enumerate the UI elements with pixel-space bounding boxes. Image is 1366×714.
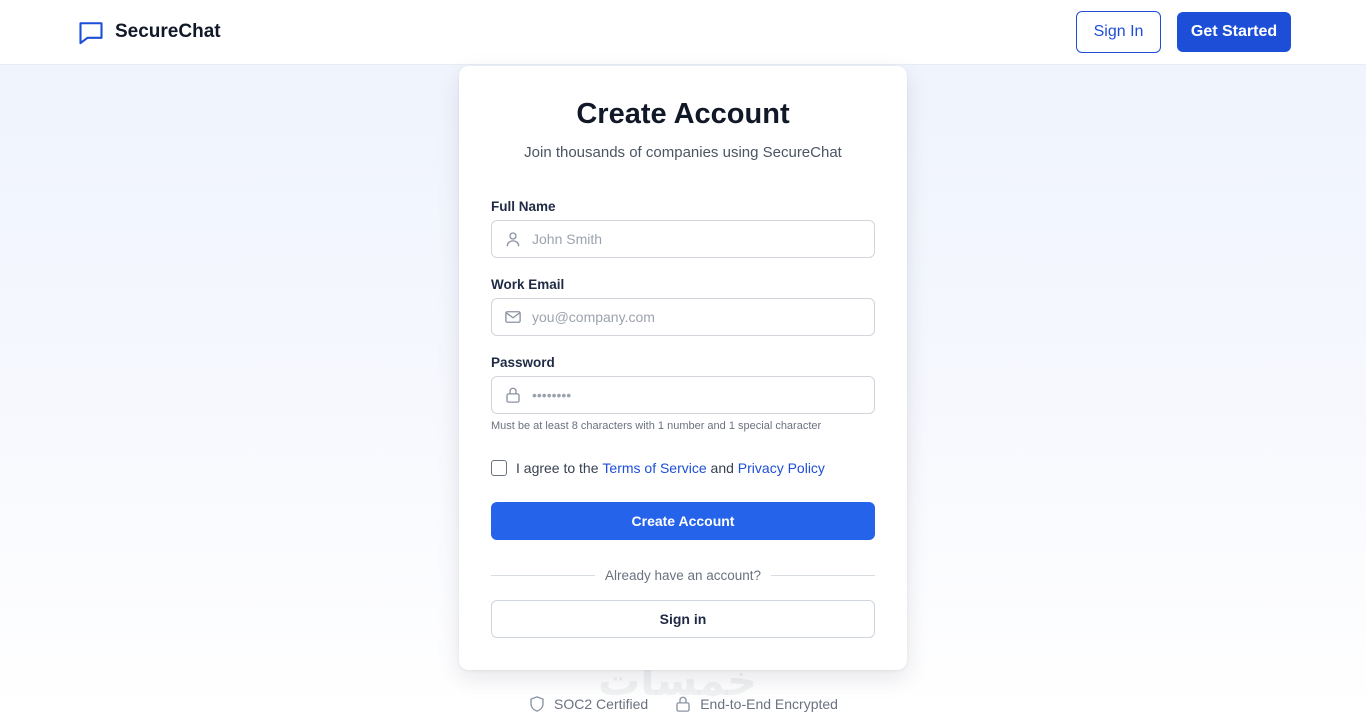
privacy-policy-link[interactable]: Privacy Policy bbox=[738, 460, 825, 476]
full-name-field-wrapper bbox=[491, 220, 875, 258]
password-helper-text: Must be at least 8 characters with 1 num… bbox=[491, 420, 822, 432]
divider-text: Already have an account? bbox=[604, 567, 762, 583]
soc2-badge-label: SOC2 Certified bbox=[554, 696, 649, 712]
full-name-label: Full Name bbox=[491, 199, 556, 214]
brand-logo[interactable]: SecureChat bbox=[77, 18, 221, 46]
password-field-wrapper bbox=[491, 376, 875, 414]
work-email-label: Work Email bbox=[491, 277, 565, 292]
mail-icon bbox=[505, 311, 521, 323]
divider-line-left bbox=[491, 574, 595, 576]
divider: Already have an account? bbox=[491, 566, 876, 584]
password-input[interactable] bbox=[532, 377, 862, 413]
brand-name: SecureChat bbox=[115, 21, 221, 42]
lock-icon bbox=[676, 696, 690, 712]
terms-checkbox[interactable] bbox=[491, 460, 507, 476]
header-sign-in-button[interactable]: Sign In bbox=[1076, 11, 1161, 53]
terms-of-service-link[interactable]: Terms of Service bbox=[602, 460, 706, 476]
top-navbar: SecureChat Sign In Get Started bbox=[0, 0, 1366, 65]
chat-bubble-icon bbox=[79, 22, 103, 45]
full-name-input[interactable] bbox=[532, 221, 862, 257]
page-title: Create Account bbox=[576, 98, 790, 130]
shield-icon bbox=[530, 696, 544, 712]
create-account-button[interactable]: Create Account bbox=[491, 502, 875, 540]
terms-agreement-row: I agree to the Terms of Service and Priv… bbox=[491, 460, 825, 476]
create-account-card: Create Account Join thousands of compani… bbox=[459, 66, 907, 670]
divider-line-right bbox=[771, 574, 876, 576]
terms-prefix-text: I agree to the bbox=[516, 460, 603, 476]
sign-in-button[interactable]: Sign in bbox=[491, 600, 875, 638]
work-email-field-wrapper bbox=[491, 298, 875, 336]
lock-icon bbox=[506, 387, 520, 403]
work-email-input[interactable] bbox=[532, 299, 862, 335]
user-icon bbox=[506, 232, 520, 247]
terms-middle-text: and bbox=[706, 460, 738, 476]
trust-badges: SOC2 Certified End-to-End Encrypted bbox=[0, 694, 1366, 714]
page-subtitle: Join thousands of companies using Secure… bbox=[524, 144, 842, 161]
soc2-badge: SOC2 Certified bbox=[528, 695, 648, 713]
password-label: Password bbox=[491, 355, 555, 370]
encryption-badge-label: End-to-End Encrypted bbox=[700, 696, 838, 712]
get-started-button[interactable]: Get Started bbox=[1177, 12, 1291, 52]
encryption-badge: End-to-End Encrypted bbox=[674, 695, 838, 713]
